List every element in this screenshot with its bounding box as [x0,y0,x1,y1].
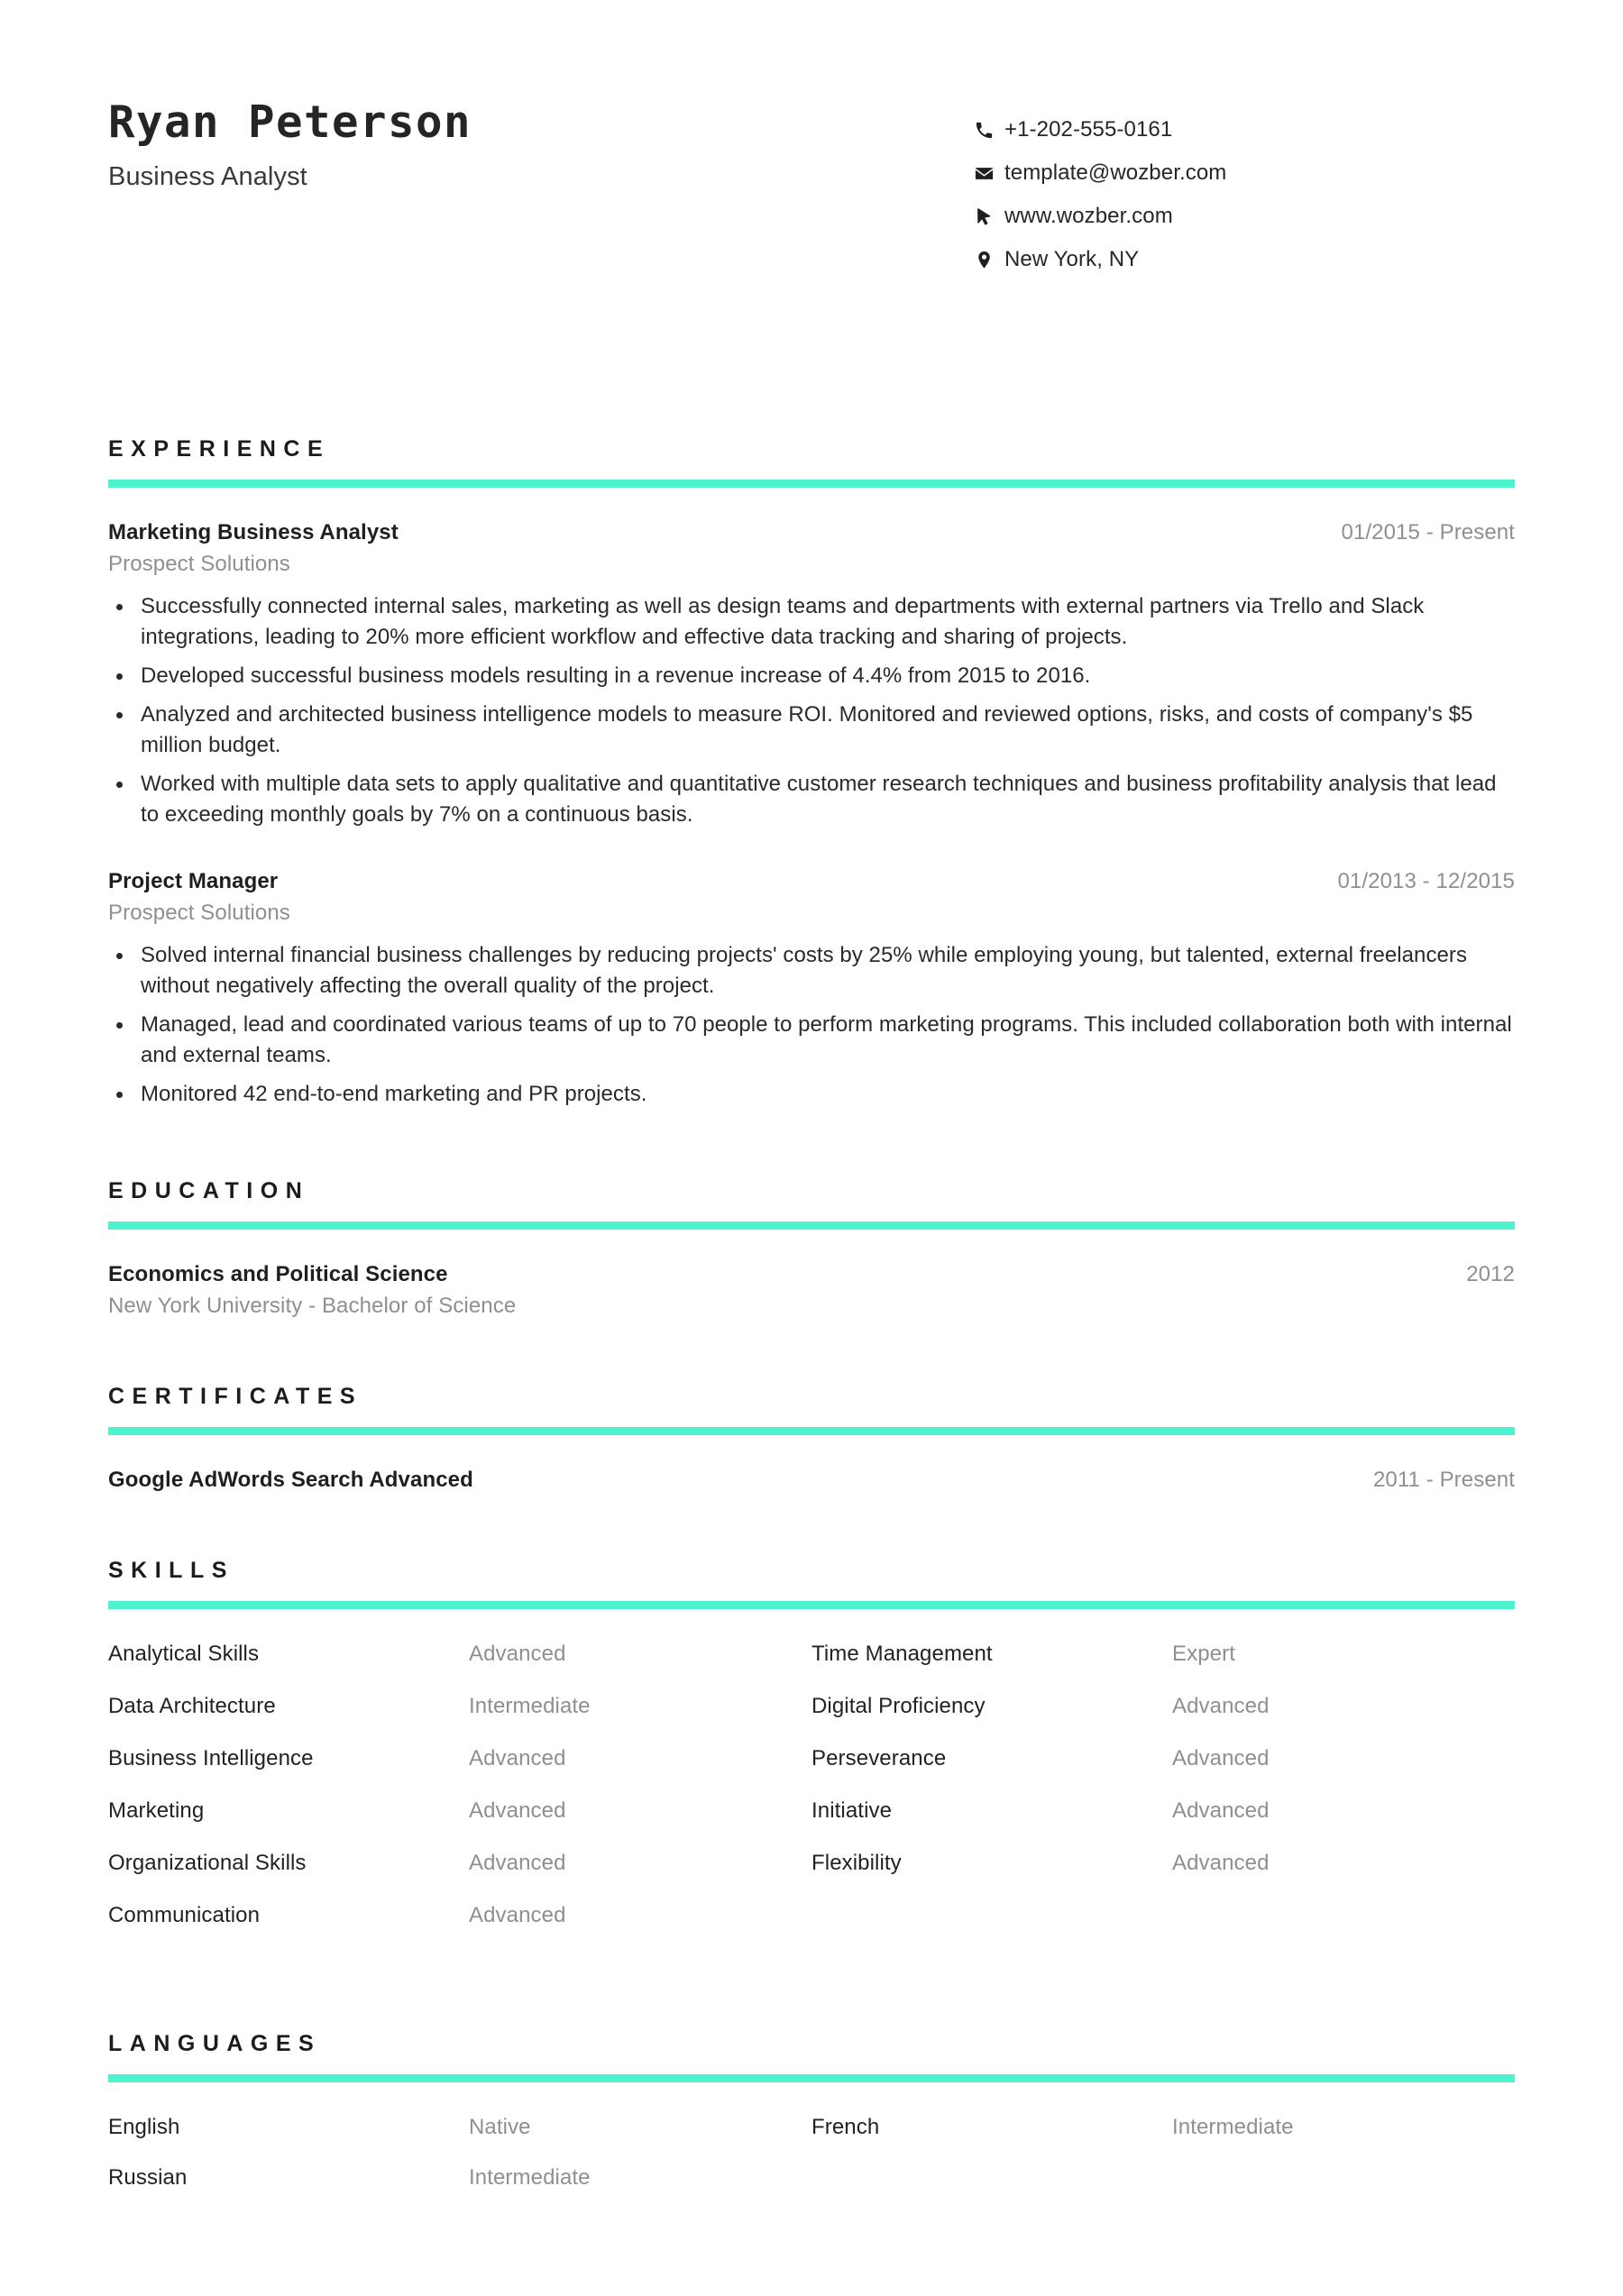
languages-column-right: French Intermediate [812,2115,1515,2216]
languages-grid: English Native Russian Intermediate Fren… [108,2082,1515,2216]
contact-email-text[interactable]: template@wozber.com [1004,160,1226,186]
experience-entries: Marketing Business Analyst 01/2015 - Pre… [108,488,1515,1110]
skill-level: Advanced [469,1797,566,1823]
certificate-entry: Google AdWords Search Advanced 2011 - Pr… [108,1468,1515,1493]
location-pin-icon [974,250,1004,270]
section-languages: LANGUAGES English Native Russian Interme… [108,2031,1515,2216]
candidate-name: Ryan Peterson [108,96,472,148]
section-divider-languages [108,2073,1515,2082]
skill-name: Organizational Skills [108,1850,307,1875]
contact-block: +1-202-555-0161 template@wozber.com www.… [974,97,1515,281]
contact-row-location: New York, NY [974,238,1515,281]
envelope-icon [974,163,1004,184]
job-bullet-list: Successfully connected internal sales, m… [108,591,1515,831]
skill-name: Flexibility [812,1850,902,1875]
section-title-skills: SKILLS [108,1557,234,1583]
contact-row-email: template@wozber.com [974,151,1515,195]
resume-page: Ryan Peterson Business Analyst +1-202-55… [0,0,1623,2296]
section-education: EDUCATION Economics and Political Scienc… [108,1178,1515,1319]
skill-level: Advanced [469,1902,566,1927]
contact-phone-text[interactable]: +1-202-555-0161 [1004,117,1172,142]
phone-icon [974,120,1004,141]
job-bullet: Solved internal financial business chall… [108,940,1515,1002]
job-title: Project Manager [108,868,279,893]
cursor-icon [974,206,1004,227]
education-entry: Economics and Political Science 2012 New… [108,1262,1515,1319]
language-level: Intermediate [469,2164,591,2190]
skill-name: Perseverance [812,1745,947,1770]
skill-name: Marketing [108,1797,205,1823]
job-bullet: Worked with multiple data sets to apply … [108,769,1515,830]
section-title-certificates: CERTIFICATES [108,1383,363,1409]
language-name: French [812,2114,880,2139]
identity-block: Ryan Peterson Business Analyst [108,96,974,192]
skill-level: Advanced [1172,1850,1270,1875]
certificate-name: Google AdWords Search Advanced [108,1467,473,1492]
candidate-job-title: Business Analyst [108,162,307,192]
skills-grid: Analytical Skills Advanced Data Architec… [108,1609,1515,1955]
job-bullet: Monitored 42 end-to-end marketing and PR… [108,1079,1515,1110]
skills-column-left: Analytical Skills Advanced Data Architec… [108,1642,812,1955]
resume-header: Ryan Peterson Business Analyst +1-202-55… [108,0,1515,281]
job-bullet: Successfully connected internal sales, m… [108,591,1515,653]
experience-entry: Marketing Business Analyst 01/2015 - Pre… [108,520,1515,831]
job-title: Marketing Business Analyst [108,520,399,544]
language-name: Russian [108,2164,188,2190]
skill-level: Advanced [469,1745,566,1770]
entry-header: Project Manager 01/2013 - 12/2015 [108,869,1515,894]
skill-name: Data Architecture [108,1693,276,1718]
experience-entry: Project Manager 01/2013 - 12/2015 Prospe… [108,869,1515,1110]
section-divider-skills [108,1600,1515,1609]
skill-level: Advanced [469,1641,566,1666]
section-skills: SKILLS Analytical Skills Advanced Data A… [108,1558,1515,1955]
skill-level: Intermediate [469,1693,591,1718]
skill-name: Digital Proficiency [812,1693,986,1718]
section-title-experience: EXPERIENCE [108,436,331,462]
skill-name: Time Management [812,1641,993,1666]
entry-header: Google AdWords Search Advanced 2011 - Pr… [108,1468,1515,1493]
entry-header: Marketing Business Analyst 01/2015 - Pre… [108,520,1515,545]
job-bullet: Developed successful business models res… [108,661,1515,691]
section-certificates: CERTIFICATES Google AdWords Search Advan… [108,1384,1515,1493]
education-entries: Economics and Political Science 2012 New… [108,1230,1515,1319]
contact-website-text[interactable]: www.wozber.com [1004,204,1173,229]
section-experience: EXPERIENCE Marketing Business Analyst 01… [108,436,1515,1110]
skill-name: Business Intelligence [108,1745,314,1770]
contact-location-text: New York, NY [1004,247,1140,271]
contact-row-phone: +1-202-555-0161 [974,108,1515,151]
language-name: English [108,2114,180,2139]
job-date-range: 01/2015 - Present [1341,520,1515,544]
section-divider-education [108,1221,1515,1230]
school-and-degree: New York University - Bachelor of Scienc… [108,1293,517,1318]
languages-column-left: English Native Russian Intermediate [108,2115,812,2216]
job-company: Prospect Solutions [108,552,290,576]
skill-level: Advanced [1172,1745,1270,1770]
contact-row-website: www.wozber.com [974,195,1515,238]
section-divider-certificates [108,1426,1515,1435]
job-date-range: 01/2013 - 12/2015 [1337,868,1515,893]
certificate-entries: Google AdWords Search Advanced 2011 - Pr… [108,1435,1515,1493]
job-bullet-list: Solved internal financial business chall… [108,940,1515,1110]
skill-level: Advanced [1172,1797,1270,1823]
skill-level: Advanced [469,1850,566,1875]
skill-level: Advanced [1172,1693,1270,1718]
entry-header: Economics and Political Science 2012 [108,1262,1515,1287]
section-title-languages: LANGUAGES [108,2030,322,2056]
skill-level: Expert [1172,1641,1235,1666]
skills-column-right: Time Management Expert Digital Proficien… [812,1642,1515,1955]
section-title-education: EDUCATION [108,1177,310,1203]
job-company: Prospect Solutions [108,900,290,925]
degree-field: Economics and Political Science [108,1261,448,1286]
language-level: Intermediate [1172,2114,1294,2139]
job-bullet: Analyzed and architected business intell… [108,700,1515,761]
skill-name: Analytical Skills [108,1641,260,1666]
skill-name: Communication [108,1902,261,1927]
section-divider-experience [108,480,1515,488]
skill-name: Initiative [812,1797,893,1823]
language-level: Native [469,2114,531,2139]
education-year: 2012 [1466,1261,1515,1286]
job-bullet: Managed, lead and coordinated various te… [108,1010,1515,1071]
certificate-date-range: 2011 - Present [1372,1467,1515,1492]
